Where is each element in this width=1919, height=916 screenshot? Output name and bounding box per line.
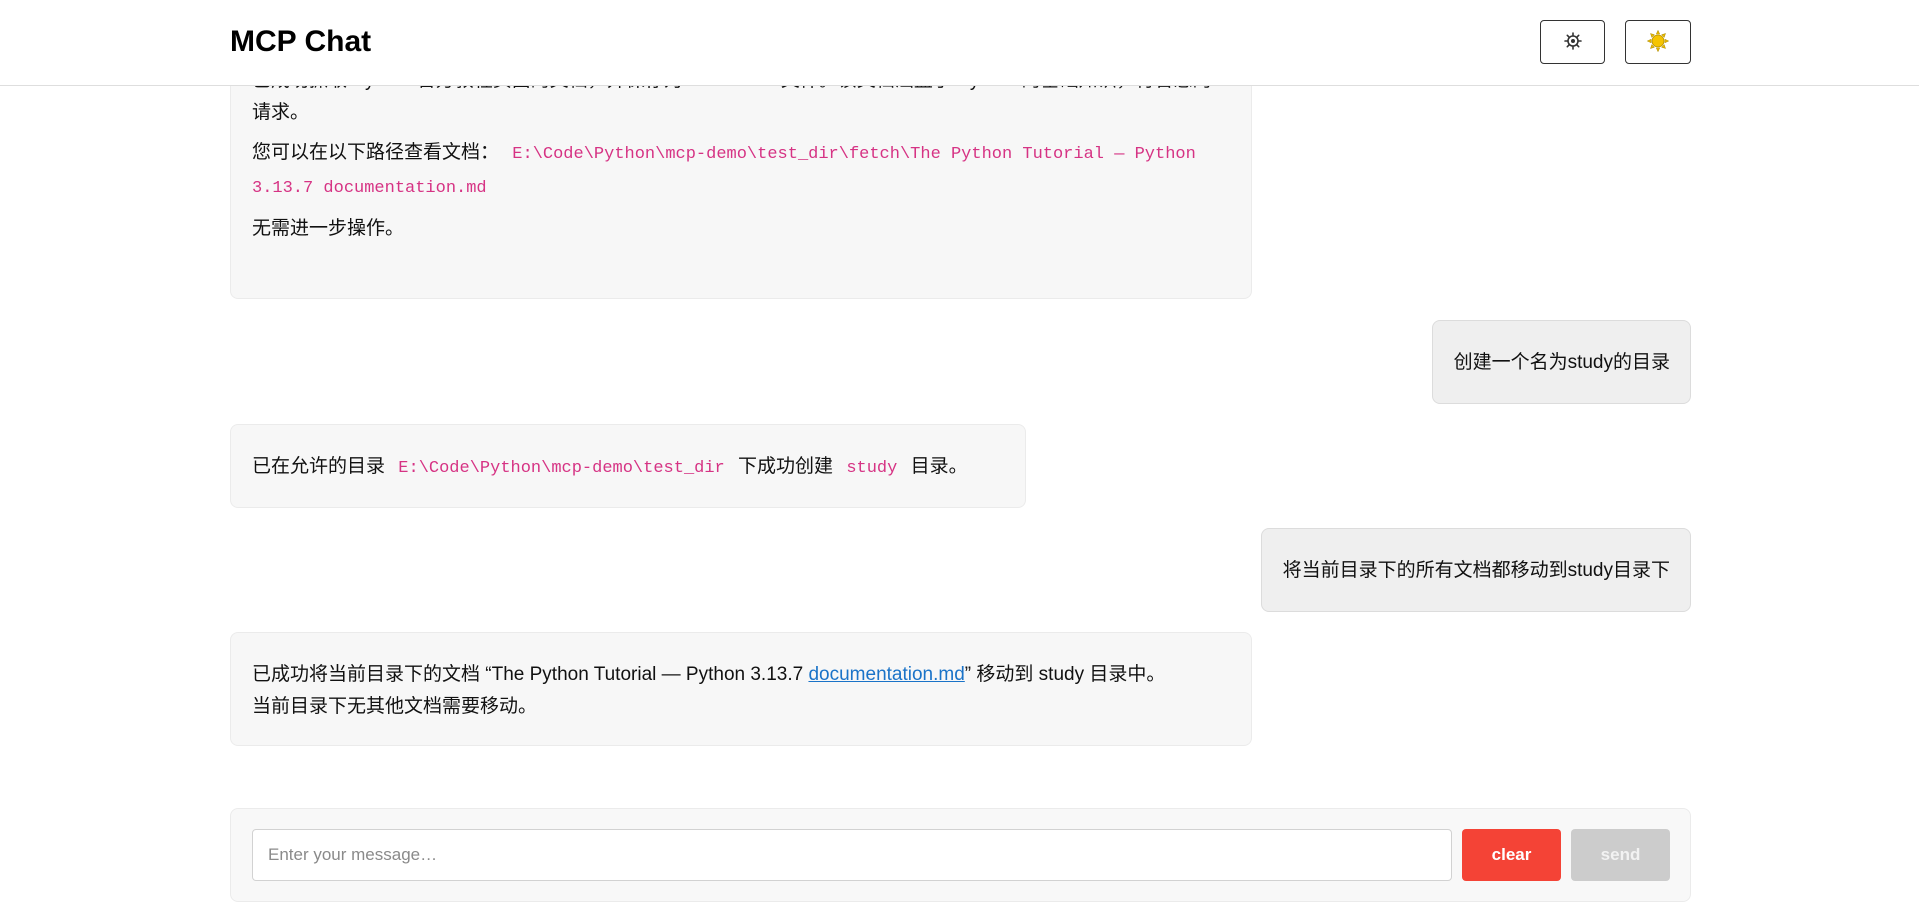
message-text: 目录。 (910, 456, 968, 477)
message-text: 无需进一步操作。 (252, 218, 405, 239)
message-text: 您可以在以下路径查看文档： (252, 142, 500, 163)
theme-toggle-button[interactable] (1625, 20, 1691, 64)
message-line: 已成功将当前目录下的文档 “The Python Tutorial — Pyth… (252, 659, 1231, 691)
message-text: 已在允许的目录 (252, 456, 386, 477)
message-composer: clear send (230, 808, 1691, 902)
chat-log[interactable]: 已成功抓取 Python 官方教程页面的文档，并保存为 Markdown 文件。… (0, 86, 1919, 776)
message-text: 已成功抓取 Python 官方教程页面的文档，并保存为 Markdown 文件。… (252, 86, 1212, 123)
message-path-line: 您可以在以下路径查看文档： E:\Code\Python\mcp-demo\te… (252, 137, 1230, 205)
user-message: 创建一个名为study的目录 (1431, 320, 1691, 404)
app-header: MCP Chat (0, 0, 1919, 86)
assistant-message: 已成功抓取 Python 官方教程页面的文档，并保存为 Markdown 文件。… (230, 86, 1252, 299)
message-text: 将当前目录下的所有文档都移动到study目录下 (1282, 560, 1670, 581)
message-text: 已成功将当前目录下的文档 “The Python Tutorial — Pyth… (252, 664, 809, 685)
clear-button[interactable]: clear (1462, 829, 1561, 881)
message-line: 已在允许的目录 E:\Code\Python\mcp-demo\test_dir… (252, 451, 1005, 485)
directory-name-code: study (846, 459, 898, 478)
message-input[interactable] (252, 829, 1452, 881)
message-text: ” 移动到 study 目录中。 (964, 664, 1166, 685)
file-link[interactable]: documentation.md (808, 664, 964, 685)
assistant-message: 已成功将当前目录下的文档 “The Python Tutorial — Pyth… (230, 632, 1252, 746)
message-text: 下成功创建 (738, 456, 834, 477)
message-text: 创建一个名为study的目录 (1453, 352, 1670, 373)
user-message: 将当前目录下的所有文档都移动到study目录下 (1260, 528, 1691, 612)
settings-button[interactable] (1540, 20, 1605, 64)
send-button[interactable]: send (1571, 829, 1670, 881)
gear-icon (1563, 31, 1582, 53)
sun-icon (1646, 29, 1670, 55)
directory-path-code: E:\Code\Python\mcp-demo\test_dir (398, 459, 725, 478)
assistant-message: 已在允许的目录 E:\Code\Python\mcp-demo\test_dir… (230, 424, 1026, 508)
message-text: 当前目录下无其他文档需要移动。 (252, 696, 538, 717)
app-title: MCP Chat (230, 25, 372, 58)
